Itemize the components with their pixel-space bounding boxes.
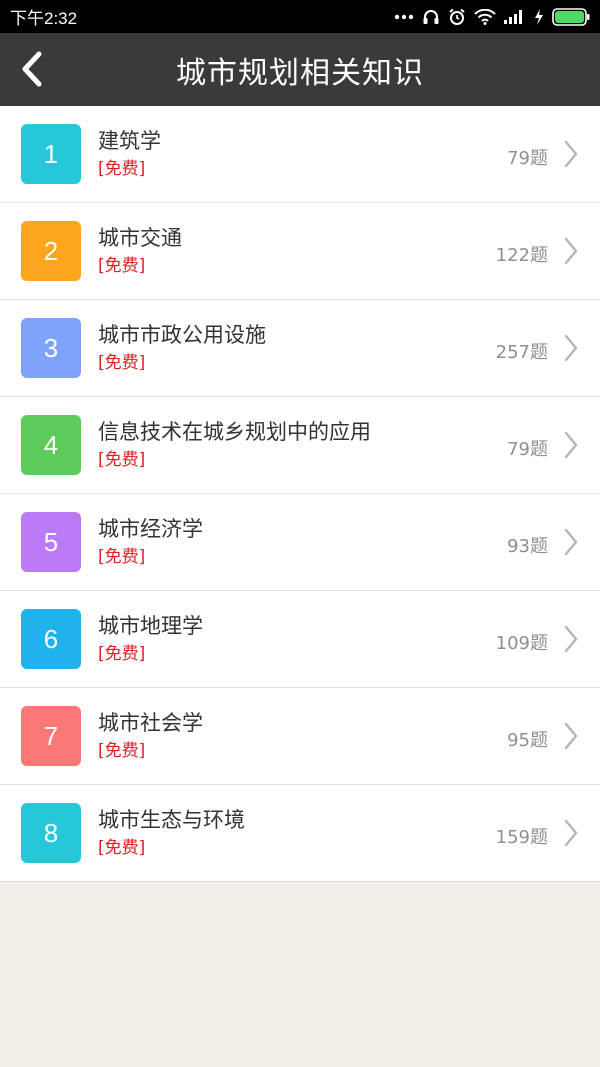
list-item[interactable]: 5 城市经济学 [免费] 93题 — [0, 494, 600, 591]
number-badge: 1 — [21, 124, 81, 184]
list-item[interactable]: 4 信息技术在城乡规划中的应用 [免费] 79题 — [0, 397, 600, 494]
number-badge: 4 — [21, 415, 81, 475]
chevron-right-icon — [564, 237, 578, 265]
free-tag: [免费] — [98, 353, 146, 373]
question-count: 257题 — [495, 342, 548, 363]
item-text: 城市生态与环境 [免费] — [98, 807, 245, 859]
chevron-right-icon — [564, 334, 578, 362]
chevron-right-icon — [564, 528, 578, 556]
wifi-icon — [474, 8, 496, 25]
item-text: 城市市政公用设施 [免费] — [98, 322, 266, 374]
title-bar: 城市规划相关知识 — [0, 33, 600, 106]
page-title: 城市规划相关知识 — [176, 55, 424, 91]
alarm-icon — [449, 8, 465, 25]
item-name: 城市社会学 — [98, 711, 203, 735]
item-text: 建筑学 [免费] — [98, 128, 161, 180]
signal-icon — [504, 9, 522, 24]
item-text: 城市交通 [免费] — [98, 225, 182, 277]
item-text: 信息技术在城乡规划中的应用 [免费] — [98, 419, 371, 471]
list-item[interactable]: 8 城市生态与环境 [免费] 159题 — [0, 785, 600, 882]
item-text: 城市经济学 [免费] — [98, 516, 203, 568]
free-tag: [免费] — [98, 159, 146, 179]
question-count: 95题 — [507, 730, 548, 751]
list-item[interactable]: 3 城市市政公用设施 [免费] 257题 — [0, 300, 600, 397]
chevron-right-icon — [564, 625, 578, 653]
item-name: 城市生态与环境 — [98, 808, 245, 832]
question-count: 159题 — [495, 827, 548, 848]
chevron-left-icon — [22, 51, 42, 87]
chevron-right-icon — [564, 431, 578, 459]
chevron-right-icon — [564, 140, 578, 168]
list-item[interactable]: 6 城市地理学 [免费] 109题 — [0, 591, 600, 688]
status-time: 下午2:32 — [10, 9, 78, 28]
number-badge: 5 — [21, 512, 81, 572]
free-tag: [免费] — [98, 741, 146, 761]
charging-icon — [535, 8, 543, 25]
number-badge: 8 — [21, 803, 81, 863]
free-tag: [免费] — [98, 256, 146, 276]
item-name: 城市经济学 — [98, 517, 203, 541]
battery-icon — [552, 7, 590, 26]
list-item[interactable]: 1 建筑学 [免费] 79题 — [0, 106, 600, 203]
free-tag: [免费] — [98, 644, 146, 664]
back-button[interactable] — [14, 51, 50, 87]
item-name: 城市交通 — [98, 226, 182, 250]
number-badge: 2 — [21, 221, 81, 281]
more-dots-icon — [394, 14, 414, 19]
free-tag: [免费] — [98, 838, 146, 858]
chevron-right-icon — [564, 722, 578, 750]
item-name: 城市地理学 — [98, 614, 203, 638]
number-badge: 7 — [21, 706, 81, 766]
free-tag: [免费] — [98, 547, 146, 567]
course-list: 1 建筑学 [免费] 79题 2 城市交通 [免费] 122题 3 城市市政公用… — [0, 106, 600, 882]
status-icons — [394, 7, 590, 26]
question-count: 79题 — [507, 148, 548, 169]
number-badge: 6 — [21, 609, 81, 669]
item-name: 建筑学 — [98, 129, 161, 153]
question-count: 122题 — [495, 245, 548, 266]
item-text: 城市社会学 [免费] — [98, 710, 203, 762]
headset-icon — [423, 9, 439, 24]
item-name: 城市市政公用设施 — [98, 323, 266, 347]
number-badge: 3 — [21, 318, 81, 378]
free-tag: [免费] — [98, 450, 146, 470]
status-bar: 下午2:32 — [0, 0, 600, 33]
question-count: 79题 — [507, 439, 548, 460]
list-item[interactable]: 7 城市社会学 [免费] 95题 — [0, 688, 600, 785]
list-item[interactable]: 2 城市交通 [免费] 122题 — [0, 203, 600, 300]
item-name: 信息技术在城乡规划中的应用 — [98, 420, 371, 444]
item-text: 城市地理学 [免费] — [98, 613, 203, 665]
question-count: 109题 — [495, 633, 548, 654]
question-count: 93题 — [507, 536, 548, 557]
chevron-right-icon — [564, 819, 578, 847]
